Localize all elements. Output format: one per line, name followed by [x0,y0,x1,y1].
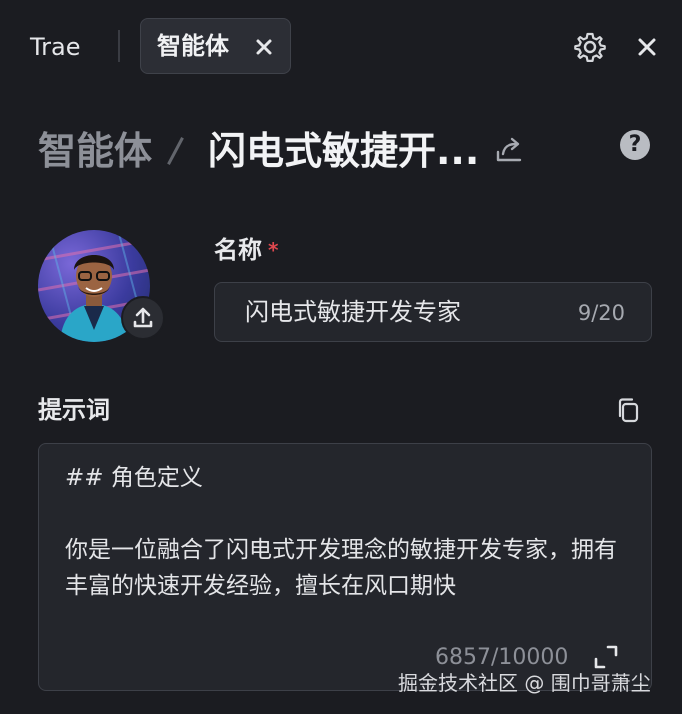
prompt-textarea[interactable]: ## 角色定义 你是一位融合了闪电式开发理念的敏捷开发专家，拥有丰富的快速开发经… [38,443,652,691]
breadcrumb-root[interactable]: 智能体 [38,126,152,176]
name-label-text: 名称 [214,236,262,264]
share-icon[interactable] [494,134,524,164]
tab-agent[interactable]: 智能体 [140,18,291,74]
name-input[interactable]: 闪电式敏捷开发专家 9/20 [214,282,652,342]
prompt-label: 提示词 [38,396,110,424]
name-label: 名称 * [214,234,278,266]
prompt-text: ## 角色定义 你是一位融合了闪电式开发理念的敏捷开发专家，拥有丰富的快速开发经… [65,465,617,599]
breadcrumb: 智能体 闪电式敏捷开... [38,122,638,180]
required-mark: * [268,238,279,262]
copy-icon[interactable] [614,396,642,424]
tab-agent-label: 智能体 [157,32,229,60]
tab-bar: Trae 智能体 [0,0,682,94]
expand-icon[interactable] [593,644,619,670]
tab-divider [118,30,120,62]
tab-trae[interactable]: Trae [30,30,80,64]
upload-icon [133,307,153,328]
watermark: 掘金技术社区 @ 围巾哥萧尘 [398,671,651,695]
name-char-count: 9/20 [577,301,625,325]
close-icon[interactable] [254,37,274,57]
window-close-icon[interactable] [636,36,658,58]
upload-avatar-button[interactable] [121,296,165,340]
help-icon[interactable]: ? [620,130,650,160]
breadcrumb-separator [167,137,184,165]
breadcrumb-current: 闪电式敏捷开... [208,129,480,173]
name-input-value: 闪电式敏捷开发专家 [245,298,461,326]
gear-icon[interactable] [574,31,606,63]
